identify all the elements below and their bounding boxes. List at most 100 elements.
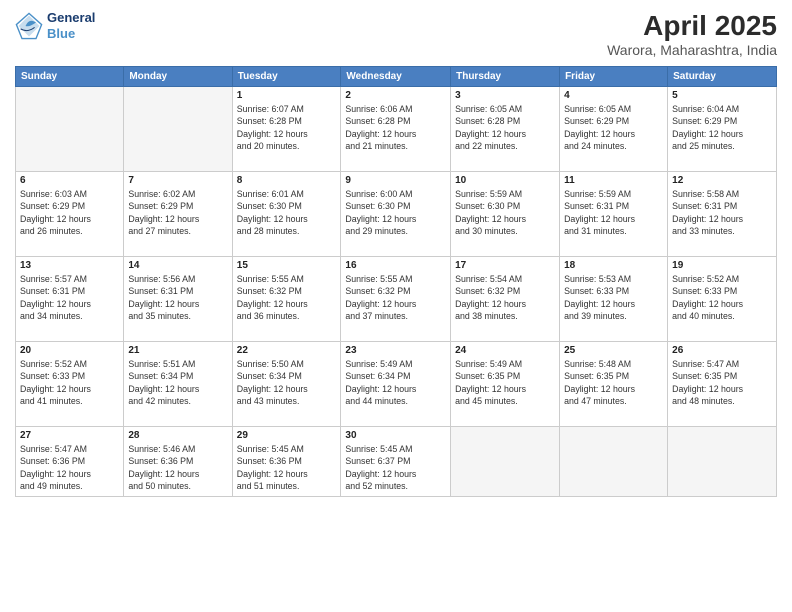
calendar-cell: 14 Sunrise: 5:56 AM Sunset: 6:31 PM Dayli… [124,257,232,342]
calendar-cell [451,427,560,497]
day-info: Sunrise: 5:59 AM Sunset: 6:30 PM Dayligh… [455,188,555,237]
day-info: Sunrise: 6:04 AM Sunset: 6:29 PM Dayligh… [672,103,772,152]
day-number: 30 [345,430,446,441]
day-number: 15 [237,260,337,271]
day-number: 11 [564,175,663,186]
calendar-cell: 5 Sunrise: 6:04 AM Sunset: 6:29 PM Daylig… [668,87,777,172]
page: General Blue April 2025 Warora, Maharash… [0,0,792,612]
calendar-cell: 16Sunrise: 5:55 AM Sunset: 6:32 PM Dayli… [341,257,451,342]
calendar-cell: 3 Sunrise: 6:05 AM Sunset: 6:28 PM Daylig… [451,87,560,172]
day-info: Sunrise: 5:46 AM Sunset: 6:36 PM Dayligh… [128,443,227,492]
calendar-cell: 1 Sunrise: 6:07 AM Sunset: 6:28 PM Daylig… [232,87,341,172]
calendar-cell: 26 Sunrise: 5:47 AM Sunset: 6:35 PM Dayli… [668,342,777,427]
week-row-1: 1 Sunrise: 6:07 AM Sunset: 6:28 PM Daylig… [16,87,777,172]
week-row-2: 6 Sunrise: 6:03 AM Sunset: 6:29 PM Daylig… [16,172,777,257]
calendar-cell: 23 Sunrise: 5:49 AM Sunset: 6:34 PM Dayli… [341,342,451,427]
title-block: April 2025 Warora, Maharashtra, India [607,10,777,58]
day-number: 28 [128,430,227,441]
calendar-cell: 12 Sunrise: 5:58 AM Sunset: 6:31 PM Dayli… [668,172,777,257]
day-number: 5 [672,90,772,101]
day-number: 27 [20,430,119,441]
day-info: Sunrise: 6:05 AM Sunset: 6:29 PM Dayligh… [564,103,663,152]
calendar-cell [560,427,668,497]
day-info: Sunrise: 5:47 AM Sunset: 6:35 PM Dayligh… [672,358,772,407]
day-number: 6 [20,175,119,186]
day-info: Sunrise: 6:03 AM Sunset: 6:29 PM Dayligh… [20,188,119,237]
day-info: Sunrise: 5:58 AM Sunset: 6:31 PM Dayligh… [672,188,772,237]
day-number: 10 [455,175,555,186]
calendar-cell: 28 Sunrise: 5:46 AM Sunset: 6:36 PM Dayli… [124,427,232,497]
day-number: 16 [345,260,446,271]
calendar-cell: 2 Sunrise: 6:06 AM Sunset: 6:28 PM Daylig… [341,87,451,172]
calendar-cell: 6 Sunrise: 6:03 AM Sunset: 6:29 PM Daylig… [16,172,124,257]
day-number: 23 [345,345,446,356]
day-number: 29 [237,430,337,441]
day-info: Sunrise: 5:52 AM Sunset: 6:33 PM Dayligh… [20,358,119,407]
calendar-cell: 11 Sunrise: 5:59 AM Sunset: 6:31 PM Dayli… [560,172,668,257]
day-info: Sunrise: 5:53 AM Sunset: 6:33 PM Dayligh… [564,273,663,322]
calendar-cell: 30 Sunrise: 5:45 AM Sunset: 6:37 PM Dayli… [341,427,451,497]
weekday-saturday: Saturday [668,67,777,87]
day-number: 9 [345,175,446,186]
calendar-cell: 25 Sunrise: 5:48 AM Sunset: 6:35 PM Dayli… [560,342,668,427]
month-title: April 2025 [607,10,777,42]
weekday-header-row: SundayMondayTuesdayWednesdayThursdayFrid… [16,67,777,87]
day-number: 7 [128,175,227,186]
day-info: Sunrise: 5:48 AM Sunset: 6:35 PM Dayligh… [564,358,663,407]
weekday-sunday: Sunday [16,67,124,87]
day-info: Sunrise: 6:07 AM Sunset: 6:28 PM Dayligh… [237,103,337,152]
calendar-cell: 18 Sunrise: 5:53 AM Sunset: 6:33 PM Dayli… [560,257,668,342]
day-number: 1 [237,90,337,101]
weekday-thursday: Thursday [451,67,560,87]
day-info: Sunrise: 5:54 AM Sunset: 6:32 PM Dayligh… [455,273,555,322]
logo: General Blue [15,10,95,41]
day-number: 18 [564,260,663,271]
day-info: Sunrise: 5:45 AM Sunset: 6:36 PM Dayligh… [237,443,337,492]
day-number: 26 [672,345,772,356]
day-info: Sunrise: 5:59 AM Sunset: 6:31 PM Dayligh… [564,188,663,237]
calendar-cell [668,427,777,497]
day-number: 4 [564,90,663,101]
day-info: Sunrise: 6:06 AM Sunset: 6:28 PM Dayligh… [345,103,446,152]
day-number: 2 [345,90,446,101]
calendar-cell: 8 Sunrise: 6:01 AM Sunset: 6:30 PM Daylig… [232,172,341,257]
day-number: 17 [455,260,555,271]
calendar-cell: 29 Sunrise: 5:45 AM Sunset: 6:36 PM Dayli… [232,427,341,497]
day-number: 20 [20,345,119,356]
day-info: Sunrise: 6:01 AM Sunset: 6:30 PM Dayligh… [237,188,337,237]
day-number: 3 [455,90,555,101]
day-info: Sunrise: 5:56 AM Sunset: 6:31 PM Dayligh… [128,273,227,322]
calendar-cell: 10 Sunrise: 5:59 AM Sunset: 6:30 PM Dayli… [451,172,560,257]
day-number: 25 [564,345,663,356]
logo-icon [15,12,43,40]
header: General Blue April 2025 Warora, Maharash… [15,10,777,58]
calendar-cell: 24Sunrise: 5:49 AM Sunset: 6:35 PM Dayli… [451,342,560,427]
weekday-friday: Friday [560,67,668,87]
calendar-cell: 17 Sunrise: 5:54 AM Sunset: 6:32 PM Dayli… [451,257,560,342]
logo-text: General Blue [47,10,95,41]
day-number: 14 [128,260,227,271]
day-info: Sunrise: 6:05 AM Sunset: 6:28 PM Dayligh… [455,103,555,152]
week-row-3: 13Sunrise: 5:57 AM Sunset: 6:31 PM Dayli… [16,257,777,342]
day-info: Sunrise: 5:51 AM Sunset: 6:34 PM Dayligh… [128,358,227,407]
calendar-cell: 22Sunrise: 5:50 AM Sunset: 6:34 PM Dayli… [232,342,341,427]
day-number: 8 [237,175,337,186]
day-number: 21 [128,345,227,356]
weekday-tuesday: Tuesday [232,67,341,87]
calendar-table: SundayMondayTuesdayWednesdayThursdayFrid… [15,66,777,497]
day-info: Sunrise: 5:49 AM Sunset: 6:34 PM Dayligh… [345,358,446,407]
calendar-cell: 4 Sunrise: 6:05 AM Sunset: 6:29 PM Daylig… [560,87,668,172]
day-number: 19 [672,260,772,271]
calendar-cell: 15Sunrise: 5:55 AM Sunset: 6:32 PM Dayli… [232,257,341,342]
calendar-cell: 9Sunrise: 6:00 AM Sunset: 6:30 PM Daylig… [341,172,451,257]
calendar-cell: 19 Sunrise: 5:52 AM Sunset: 6:33 PM Dayli… [668,257,777,342]
calendar-cell: 27 Sunrise: 5:47 AM Sunset: 6:36 PM Dayli… [16,427,124,497]
day-info: Sunrise: 5:52 AM Sunset: 6:33 PM Dayligh… [672,273,772,322]
day-number: 13 [20,260,119,271]
calendar-cell: 13Sunrise: 5:57 AM Sunset: 6:31 PM Dayli… [16,257,124,342]
day-info: Sunrise: 5:50 AM Sunset: 6:34 PM Dayligh… [237,358,337,407]
day-info: Sunrise: 5:47 AM Sunset: 6:36 PM Dayligh… [20,443,119,492]
day-info: Sunrise: 5:45 AM Sunset: 6:37 PM Dayligh… [345,443,446,492]
day-number: 12 [672,175,772,186]
calendar-cell: 20 Sunrise: 5:52 AM Sunset: 6:33 PM Dayli… [16,342,124,427]
